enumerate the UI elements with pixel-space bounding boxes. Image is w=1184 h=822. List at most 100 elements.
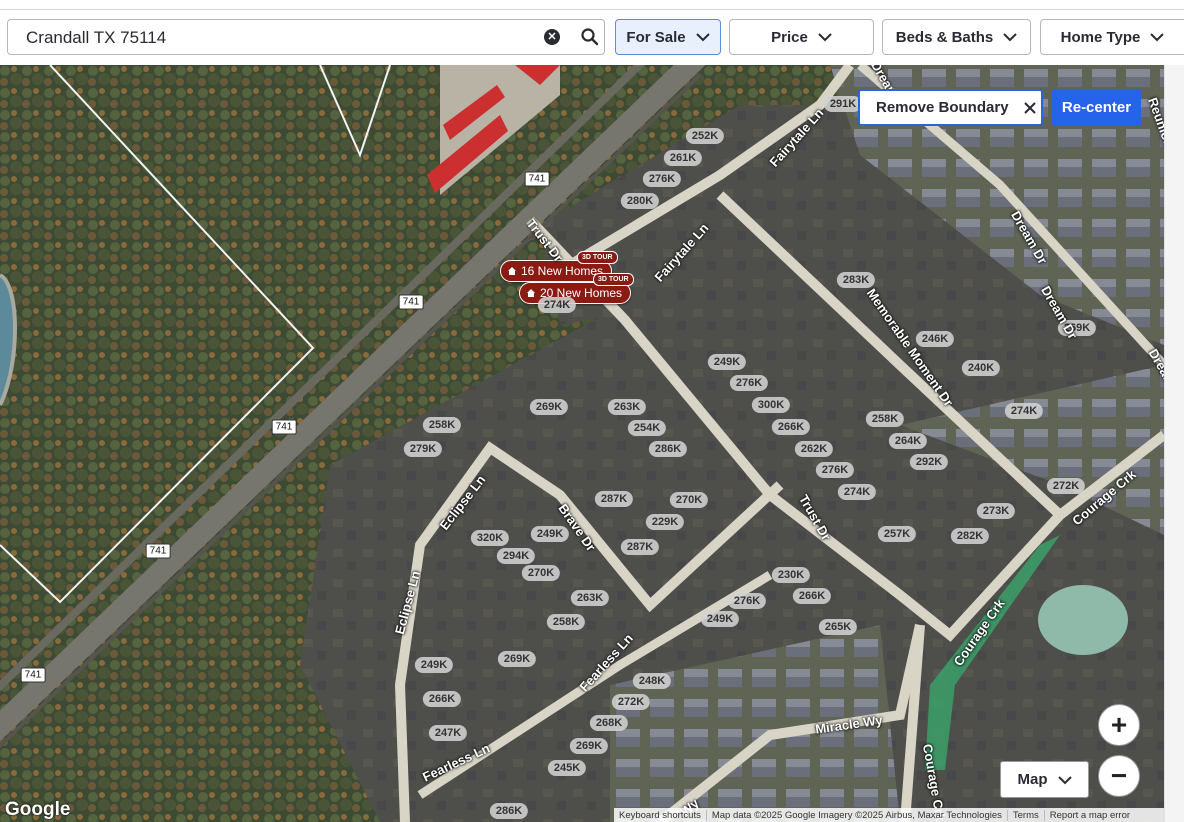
close-icon (1023, 101, 1036, 114)
price-pin[interactable]: 246K (915, 331, 955, 347)
map-data-text: Map data ©2025 Google Imagery ©2025 Airb… (707, 809, 1008, 821)
price-pin[interactable]: 283K (836, 272, 876, 288)
price-pin[interactable]: 258K (865, 411, 905, 427)
highway-shield: 741 (20, 667, 46, 683)
price-pin[interactable]: 274K (1004, 403, 1044, 419)
price-pin[interactable]: 276K (642, 171, 682, 187)
highway-shield: 741 (524, 171, 550, 187)
price-pin[interactable]: 247K (428, 725, 468, 741)
remove-boundary-button[interactable]: Remove Boundary (858, 89, 1043, 126)
price-pin[interactable]: 248K (632, 673, 672, 689)
price-pin[interactable]: 264K (888, 433, 928, 449)
remove-boundary-label: Remove Boundary (876, 99, 1009, 116)
map-attribution-bar: Keyboard shortcuts Map data ©2025 Google… (614, 808, 1164, 822)
price-pin[interactable]: 269K (569, 738, 609, 754)
price-pin[interactable]: 272K (611, 694, 651, 710)
price-pin[interactable]: 286K (489, 803, 529, 819)
chevron-down-icon (695, 33, 710, 42)
price-pin[interactable]: 276K (729, 375, 769, 391)
price-pin[interactable]: 229K (645, 514, 685, 530)
price-pin[interactable]: 287K (594, 491, 634, 507)
chevron-down-icon (1150, 33, 1165, 42)
price-pin[interactable]: 249K (707, 354, 747, 370)
price-pin[interactable]: 261K (663, 150, 703, 166)
satellite-imagery (0, 65, 1164, 822)
map-type-dropdown[interactable]: Map (1000, 761, 1089, 798)
3d-tour-badge: 3D TOUR (593, 273, 634, 286)
highway-shield: 741 (145, 543, 171, 559)
price-pin[interactable]: 286K (648, 441, 688, 457)
keyboard-shortcuts-link[interactable]: Keyboard shortcuts (614, 809, 707, 821)
price-pin[interactable]: 274K (537, 297, 577, 313)
price-filter[interactable]: Price (729, 19, 874, 55)
price-pin[interactable]: 230K (771, 567, 811, 583)
home-icon (508, 267, 516, 275)
price-pin[interactable]: 245K (547, 760, 587, 776)
price-pin[interactable]: 320K (470, 530, 510, 546)
price-pin[interactable]: 269K (497, 651, 537, 667)
price-pin[interactable]: 270K (669, 492, 709, 508)
search-input[interactable] (24, 26, 508, 50)
price-pin[interactable]: 249K (700, 611, 740, 627)
price-pin[interactable]: 273K (976, 503, 1016, 519)
filter-bar: ✕ For Sale Price Beds & Baths Home Type (0, 10, 1184, 65)
highway-shield: 741 (271, 419, 297, 435)
chevron-down-icon (818, 33, 832, 42)
report-error-link[interactable]: Report a map error (1045, 810, 1135, 821)
price-pin[interactable]: 276K (815, 462, 855, 478)
clear-search-icon[interactable]: ✕ (544, 29, 560, 45)
home-icon (527, 289, 535, 297)
price-pin[interactable]: 258K (546, 614, 586, 630)
price-pin[interactable]: 274K (837, 484, 877, 500)
price-pin[interactable]: 287K (620, 539, 660, 555)
price-pin[interactable]: 291K (823, 96, 863, 112)
price-pin[interactable]: 280K (620, 193, 660, 209)
price-pin[interactable]: 282K (950, 528, 990, 544)
map-canvas[interactable]: 16 New Homes 3D TOUR 20 New Homes 3D TOU… (0, 65, 1164, 822)
price-pin[interactable]: 266K (422, 691, 462, 707)
zoom-out-button[interactable]: − (1098, 755, 1140, 797)
price-pin[interactable]: 272K (1046, 478, 1086, 494)
beds-baths-label: Beds & Baths (895, 28, 994, 46)
price-pin[interactable]: 249K (414, 657, 454, 673)
chevron-down-icon (1003, 33, 1017, 42)
map-type-label: Map (1017, 771, 1048, 788)
cluster-label: 16 New Homes (521, 264, 604, 278)
price-pin[interactable]: 294K (496, 548, 536, 564)
price-pin[interactable]: 269K (529, 399, 569, 415)
price-pin[interactable]: 276K (727, 593, 767, 609)
chevron-down-icon (1057, 775, 1072, 784)
price-pin[interactable]: 262K (794, 441, 834, 457)
price-pin[interactable]: 292K (909, 454, 949, 470)
price-pin[interactable]: 263K (570, 590, 610, 606)
price-pin[interactable]: 258K (422, 417, 462, 433)
highway-shield: 741 (398, 294, 424, 310)
price-label: Price (771, 28, 808, 46)
search-icon[interactable] (580, 27, 600, 47)
price-pin[interactable]: 265K (818, 619, 858, 635)
home-type-label: Home Type (1060, 28, 1141, 46)
price-pin[interactable]: 270K (521, 565, 561, 581)
price-pin[interactable]: 300K (751, 397, 791, 413)
price-pin[interactable]: 254K (627, 420, 667, 436)
for-sale-label: For Sale (626, 28, 686, 46)
price-pin[interactable]: 266K (771, 419, 811, 435)
google-logo: Google (5, 799, 71, 820)
price-pin[interactable]: 249K (530, 526, 570, 542)
price-pin[interactable]: 279K (403, 441, 443, 457)
price-pin[interactable]: 252K (685, 128, 725, 144)
search-box[interactable]: ✕ (7, 19, 605, 55)
scrollbar[interactable] (1164, 65, 1184, 822)
price-pin[interactable]: 240K (961, 360, 1001, 376)
price-pin[interactable]: 268K (589, 715, 629, 731)
beds-baths-filter[interactable]: Beds & Baths (882, 19, 1031, 55)
price-pin[interactable]: 266K (792, 588, 832, 604)
home-type-filter[interactable]: Home Type (1040, 19, 1184, 55)
price-pin[interactable]: 263K (607, 399, 647, 415)
for-sale-filter[interactable]: For Sale (615, 19, 721, 55)
recenter-button[interactable]: Re-center (1052, 89, 1141, 126)
terms-link[interactable]: Terms (1008, 809, 1045, 821)
3d-tour-badge: 3D TOUR (577, 251, 618, 264)
price-pin[interactable]: 257K (877, 526, 917, 542)
zoom-in-button[interactable]: + (1098, 704, 1140, 746)
